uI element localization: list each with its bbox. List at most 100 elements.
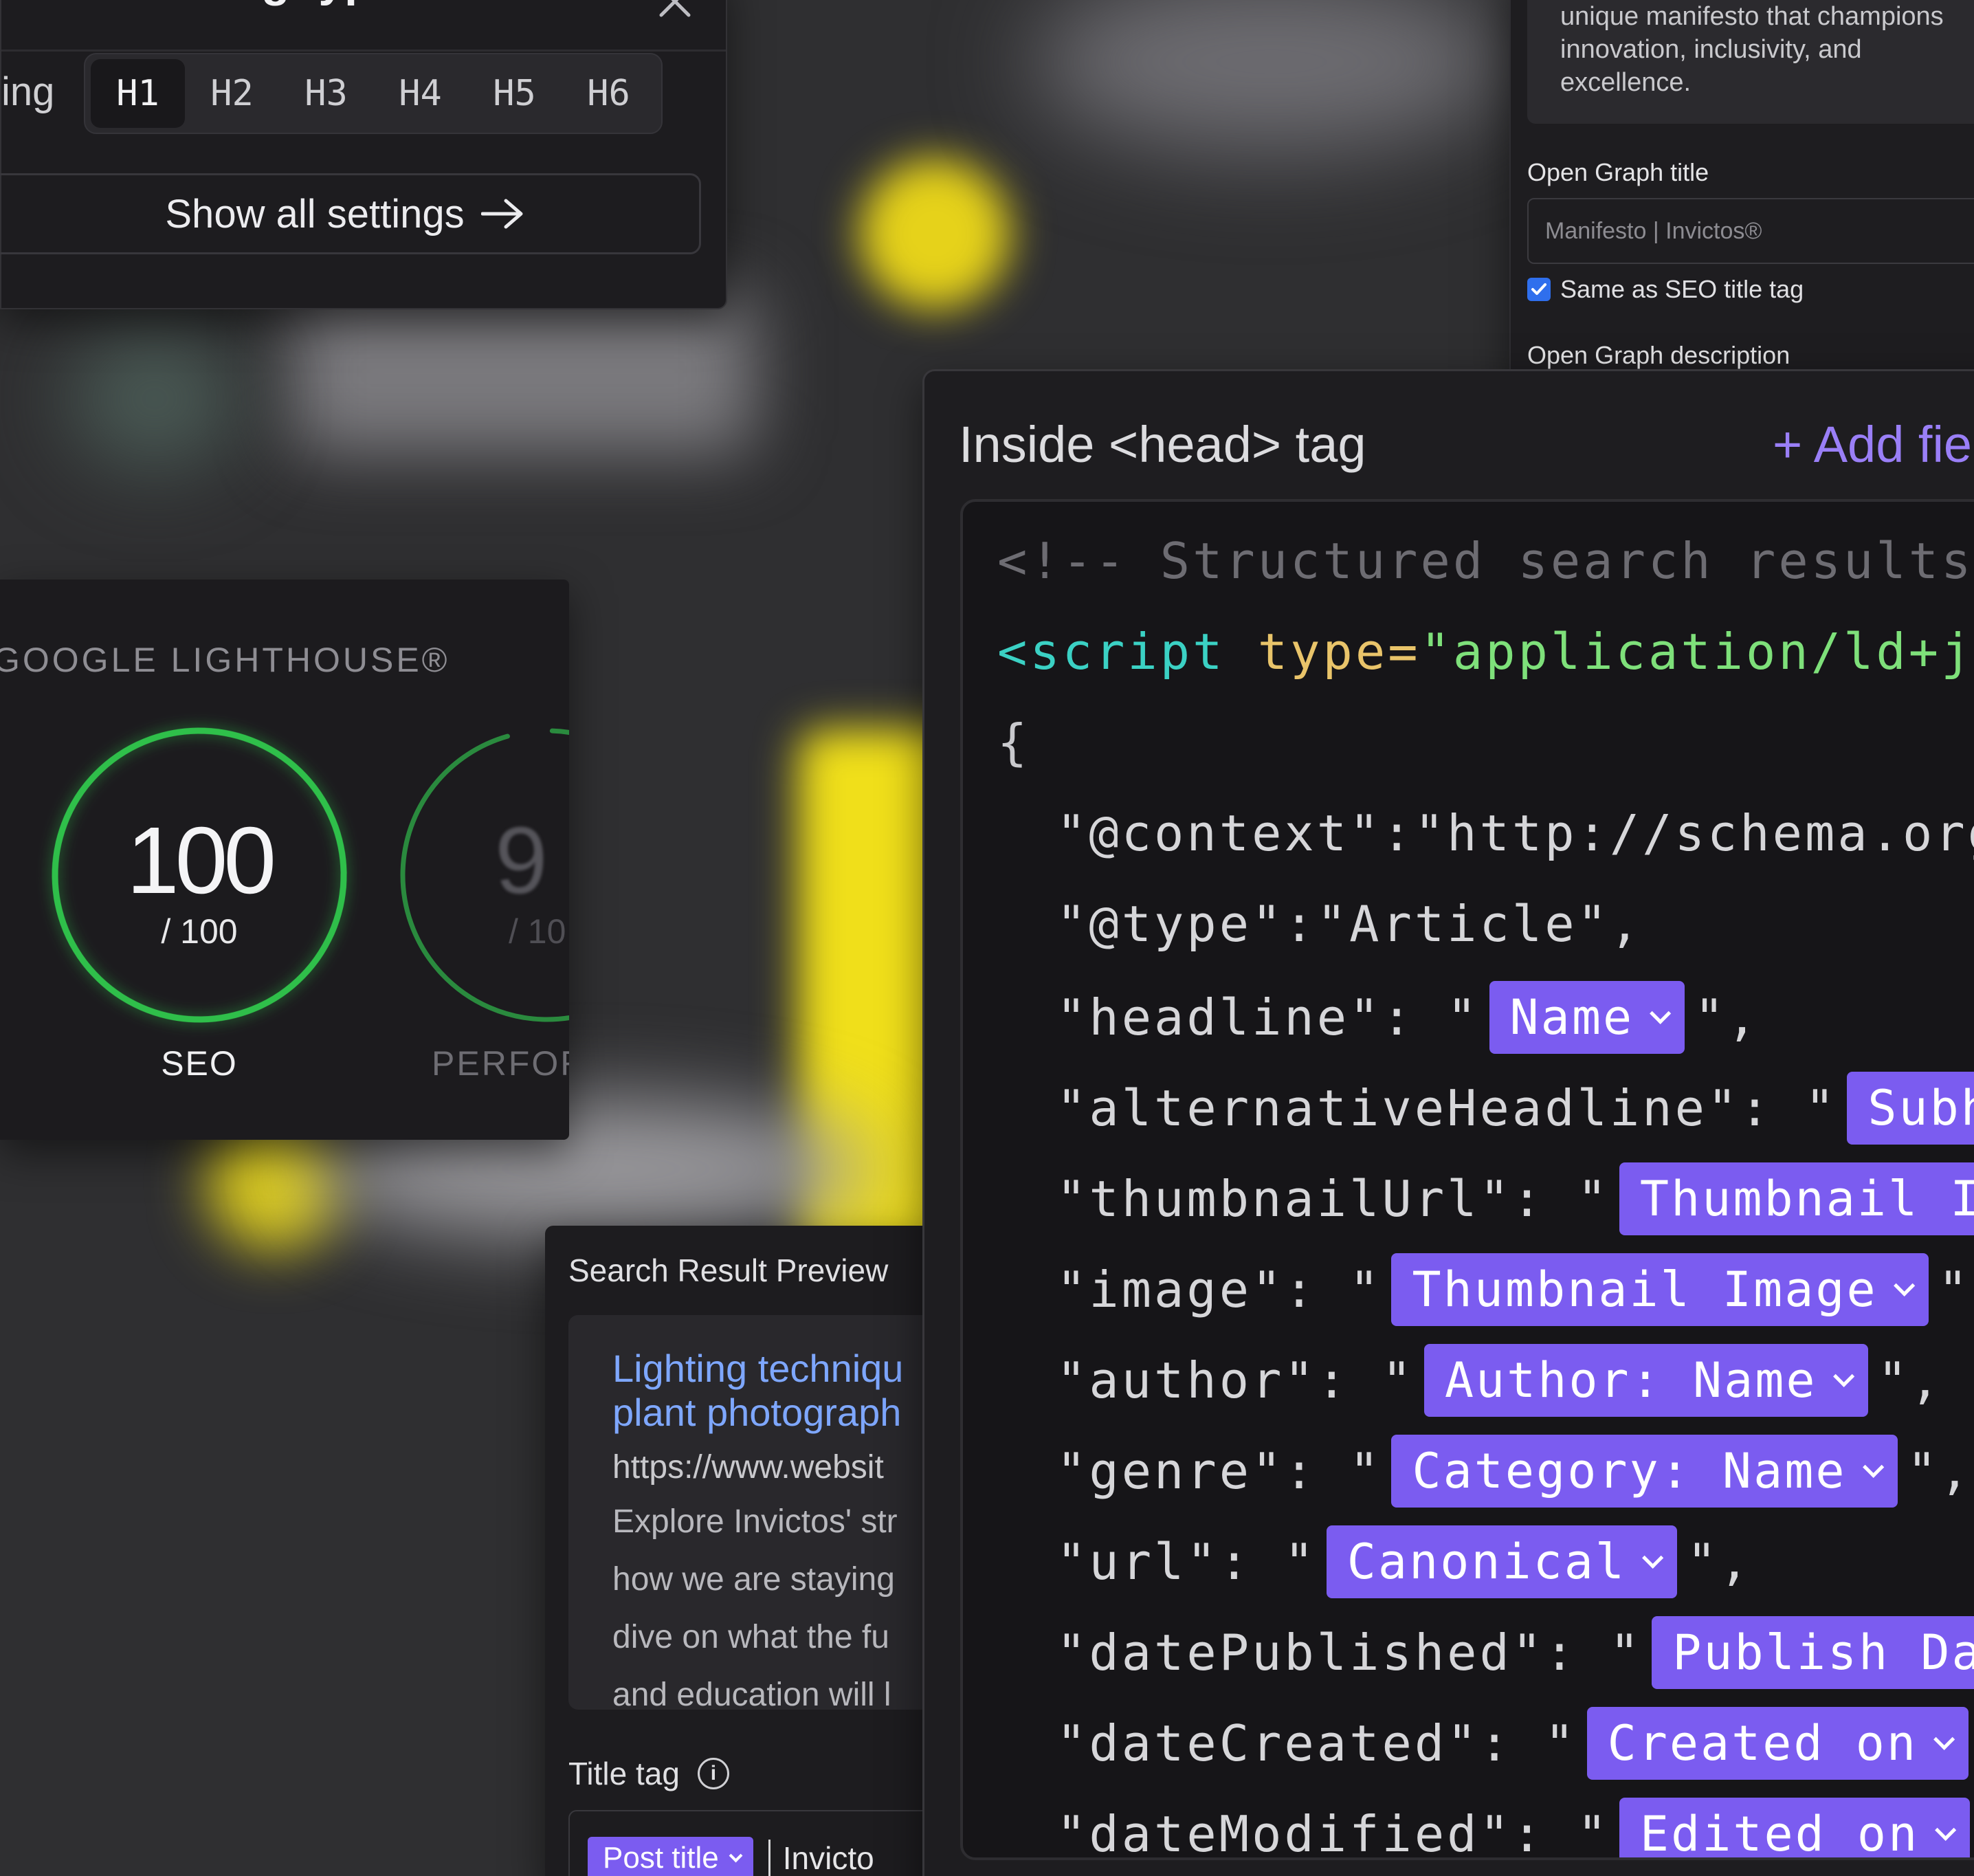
preview-title-line: plant photograph xyxy=(612,1391,902,1434)
chevron-down-icon xyxy=(1862,1456,1884,1478)
show-all-settings-button[interactable]: Show all settings xyxy=(0,173,701,254)
cms-field-chip-label: Edited on xyxy=(1639,1806,1920,1860)
json-field-key: "author": " xyxy=(1056,1351,1415,1409)
google-lighthouse-panel: GOOGLE LIGHTHOUSE® 100 / 100 SEO 9 / 10 … xyxy=(0,580,569,1140)
seo-description-field[interactable]: unique manifesto that champions innovati… xyxy=(1527,0,1974,124)
search-result-preview-panel: Search Result Preview Lighting techniqu … xyxy=(545,1226,930,1876)
code-comment: <!-- Structured search results -- xyxy=(997,532,1974,590)
heading-panel-title: hoose heading type xyxy=(0,0,399,7)
description-line: unique manifesto that champions xyxy=(1560,2,1944,31)
show-all-settings-label: Show all settings xyxy=(165,191,465,236)
script-tag: <script xyxy=(997,623,1226,681)
json-field-key: "url": " xyxy=(1056,1533,1317,1591)
cms-field-chip[interactable]: Thumbnail Image xyxy=(1391,1253,1929,1326)
json-field-line: "dateCreated": "Created on" xyxy=(1056,1706,1974,1780)
json-field-tail: ", xyxy=(1907,1442,1973,1500)
json-field-line: "genre": " Category: Name ", xyxy=(1056,1434,1972,1508)
divider xyxy=(1,49,726,52)
cms-field-chip-label: Subhea xyxy=(1867,1080,1974,1136)
checkbox-checked-icon[interactable] xyxy=(1527,278,1551,301)
cms-field-chip[interactable]: Created on xyxy=(1586,1707,1969,1780)
seo-score-max: / 100 xyxy=(161,912,238,951)
title-tag-label: Title tag xyxy=(568,1756,680,1791)
context-key: "@context": xyxy=(1056,804,1415,862)
heading-option-h1[interactable]: H1 xyxy=(91,59,185,128)
json-field-line: "alternativeHeadline": " Subhea xyxy=(1056,1071,1974,1145)
type-line: "@type": "Article", xyxy=(1056,890,1642,958)
preview-description-line: Explore Invictos' str xyxy=(612,1503,898,1540)
json-field-key: "dateModified": " xyxy=(1056,1805,1610,1860)
close-icon[interactable] xyxy=(654,0,696,22)
code-editor[interactable]: <!-- Structured search results -- <scrip… xyxy=(960,499,1974,1860)
heading-option-h2[interactable]: H2 xyxy=(185,59,279,128)
cms-field-chip-label: Name xyxy=(1509,989,1634,1046)
json-field-key: "headline": " xyxy=(1056,989,1480,1046)
json-field-line: "dateModified": "Edited on" xyxy=(1056,1797,1974,1860)
performance-score: 9 / 10 xyxy=(426,806,569,951)
og-description-label: Open Graph description xyxy=(1527,341,1790,369)
json-field-tail: ", xyxy=(1694,989,1760,1046)
og-title-label: Open Graph title xyxy=(1527,158,1709,186)
context-value: "http://schema.org" xyxy=(1414,804,1974,862)
cms-field-chip[interactable]: Edited on xyxy=(1619,1798,1971,1860)
chevron-down-icon xyxy=(1935,1819,1957,1841)
heading-option-h5[interactable]: H5 xyxy=(467,59,562,128)
cms-field-chip[interactable]: Publish Date xyxy=(1652,1616,1974,1689)
title-tag-input[interactable]: Post title Invicto xyxy=(568,1810,930,1876)
title-tag-text: Invicto xyxy=(768,1840,874,1876)
code-panel-title: Inside <head> tag xyxy=(959,416,1366,473)
post-title-chip[interactable]: Post title xyxy=(588,1837,753,1876)
chevron-down-icon xyxy=(729,1849,743,1863)
open-brace: { xyxy=(997,714,1030,771)
search-preview-card: Lighting techniqu plant photograph https… xyxy=(568,1315,930,1710)
heading-option-h6[interactable]: H6 xyxy=(562,59,656,128)
json-field-key: "image": " xyxy=(1056,1261,1382,1318)
cms-field-chip-label: Thumbnail Image xyxy=(1412,1261,1878,1318)
json-field-tail: ", xyxy=(1687,1533,1752,1591)
preview-description-line: and education will l xyxy=(612,1677,891,1710)
cms-field-chip-label: Created on xyxy=(1607,1715,1918,1772)
json-field-key: "alternativeHeadline": " xyxy=(1056,1079,1838,1137)
cms-field-chip-label: Canonical xyxy=(1346,1534,1627,1590)
json-field-key: "datePublished": " xyxy=(1056,1624,1643,1681)
json-field-line: "datePublished": " Publish Date xyxy=(1056,1615,1974,1690)
title-tag-label-row: Title tag i xyxy=(568,1755,729,1792)
cms-field-chip[interactable]: Category: Name xyxy=(1391,1435,1898,1508)
seo-score-value: 100 xyxy=(126,808,276,914)
chevron-down-icon xyxy=(1893,1274,1915,1296)
json-field-tail: ", xyxy=(1877,1351,1943,1409)
cms-field-chip-label: Author: Name xyxy=(1444,1352,1817,1409)
cms-field-chip[interactable]: Name xyxy=(1489,981,1685,1054)
preview-description-line: dive on what the fu xyxy=(612,1619,889,1655)
json-field-key: "thumbnailUrl": " xyxy=(1056,1170,1610,1228)
description-line: innovation, inclusivity, and xyxy=(1560,35,1862,64)
heading-option-h4[interactable]: H4 xyxy=(373,59,467,128)
json-field-tail: ", xyxy=(1938,1261,1974,1318)
add-field-button[interactable]: + Add fie xyxy=(1773,415,1972,474)
cms-field-chip[interactable]: Thumbnail Ima xyxy=(1619,1162,1974,1235)
cms-field-chip[interactable]: Canonical xyxy=(1326,1525,1678,1598)
preview-url: https://www.websit xyxy=(612,1449,884,1486)
cms-field-chip[interactable]: Author: Name xyxy=(1423,1344,1868,1417)
head-tag-code-panel: Inside <head> tag + Add fie <!-- Structu… xyxy=(922,369,1974,1876)
og-title-input[interactable]: Manifesto | Invictos® xyxy=(1527,198,1974,264)
json-field-line: "author": " Author: Name ", xyxy=(1056,1343,1942,1417)
info-icon[interactable]: i xyxy=(697,1758,729,1789)
open-graph-panel: unique manifesto that champions innovati… xyxy=(1509,0,1974,385)
chevron-down-icon xyxy=(1832,1365,1854,1387)
same-as-seo-checkbox[interactable]: Same as SEO title tag xyxy=(1527,275,1804,304)
preview-title-line: Lighting techniqu xyxy=(612,1347,904,1390)
performance-score-max: / 10 xyxy=(509,912,566,951)
heading-segmented-control: H1 H2 H3 H4 H5 H6 xyxy=(84,53,663,134)
description-line: excellence. xyxy=(1560,68,1692,97)
json-field-line: "url": " Canonical ", xyxy=(1056,1525,1752,1599)
heading-option-h3[interactable]: H3 xyxy=(279,59,373,128)
heading-label: ing xyxy=(1,69,55,114)
type-key: "@type": xyxy=(1056,895,1317,953)
type-value-article: "Article", xyxy=(1316,895,1643,953)
chevron-down-icon xyxy=(1642,1547,1664,1569)
json-field-line: "headline": " Name ", xyxy=(1056,980,1760,1055)
cms-field-chip[interactable]: Subhea xyxy=(1847,1072,1974,1145)
cms-field-chip-label: Publish Date xyxy=(1672,1624,1974,1681)
json-field-key: "dateCreated": " xyxy=(1056,1714,1577,1772)
